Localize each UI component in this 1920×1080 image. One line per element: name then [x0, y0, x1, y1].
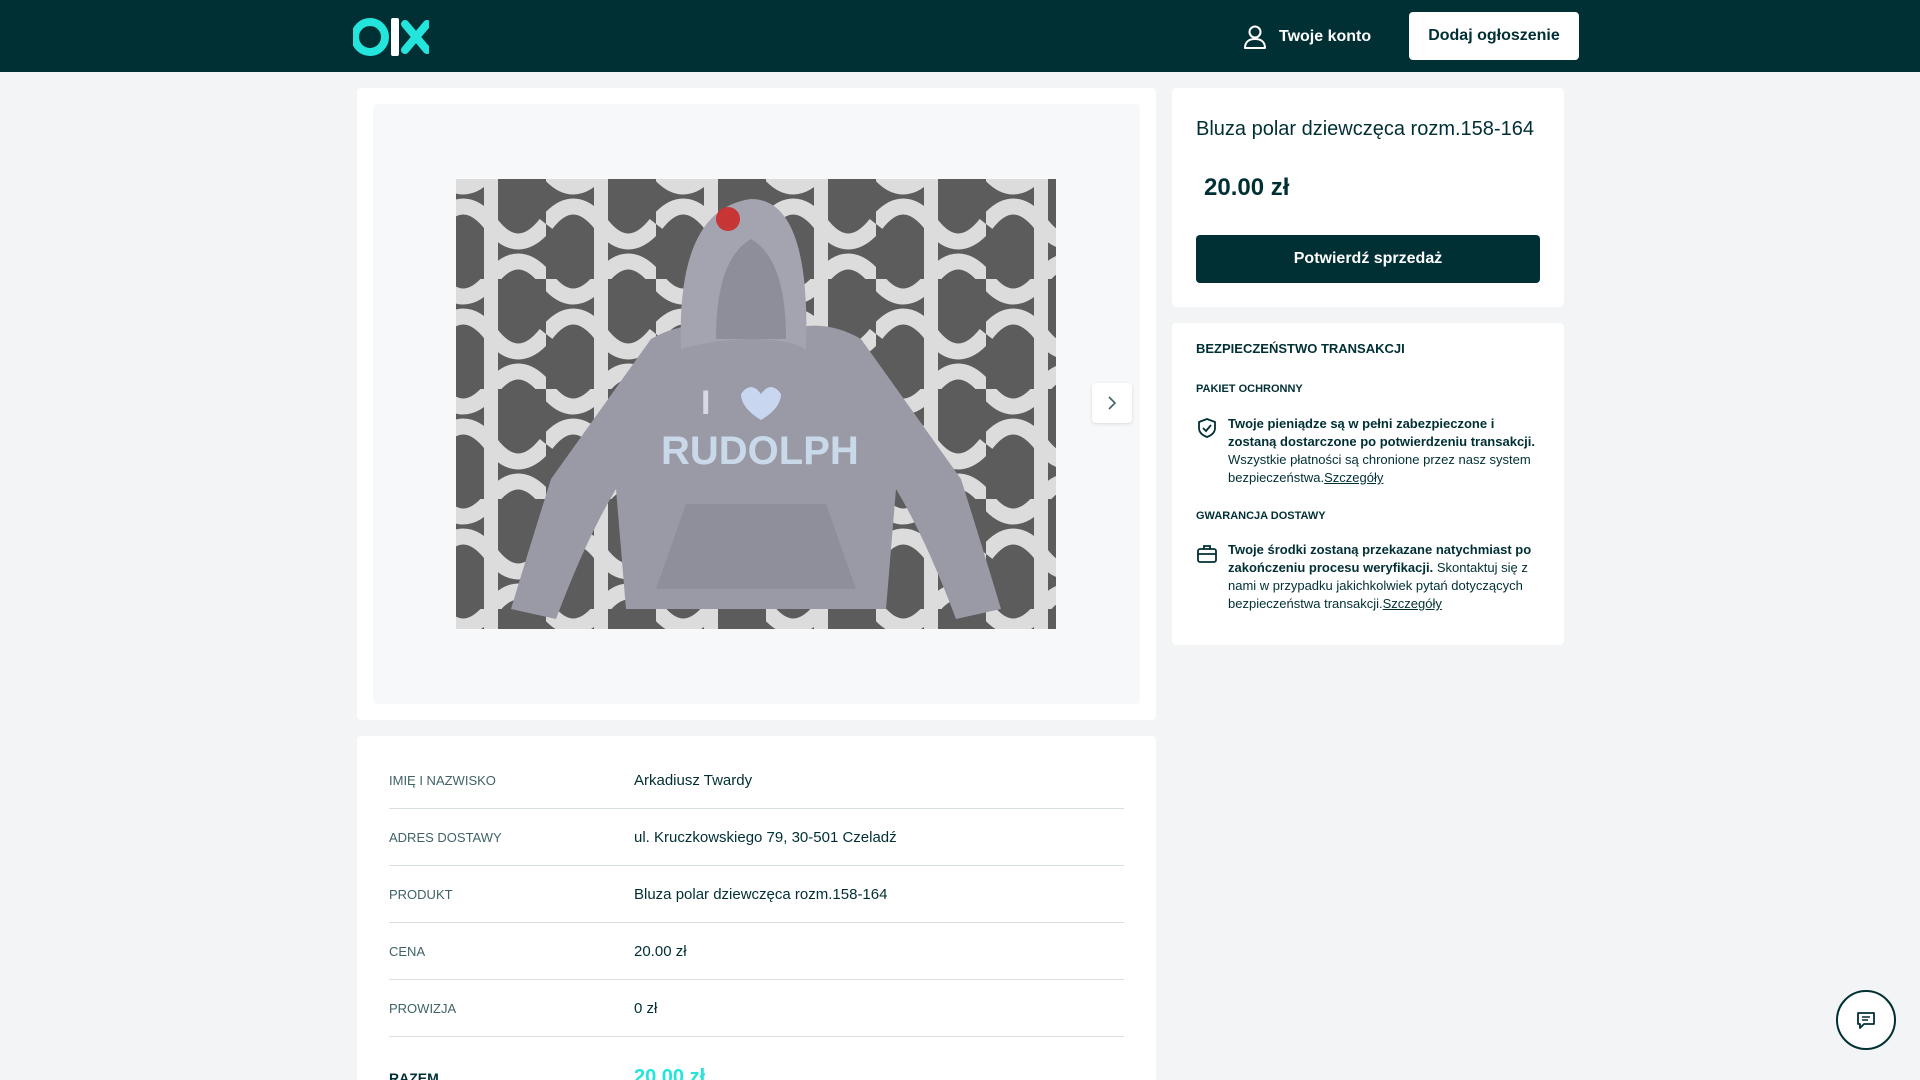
- total-row: RAZEM 20.00 zł: [389, 1066, 1124, 1080]
- detail-row-product: PRODUKT Bluza polar dziewczęca rozm.158-…: [389, 866, 1124, 923]
- delivery-text: Twoje środki zostaną przekazane natychmi…: [1228, 541, 1546, 613]
- chevron-right-icon: [1108, 396, 1117, 410]
- detail-value: ul. Kruczkowskiego 79, 30-501 Czeladź: [634, 828, 897, 846]
- svg-text:RUDOLPH: RUDOLPH: [661, 429, 859, 473]
- order-details-card: IMIĘ I NAZWISKO Arkadiusz Twardy ADRES D…: [357, 736, 1156, 1080]
- gallery-card: I RUDOLPH: [357, 88, 1156, 720]
- chat-bubble-icon: [1857, 1012, 1875, 1029]
- detail-row-name: IMIĘ I NAZWISKO Arkadiusz Twardy: [389, 752, 1124, 809]
- detail-label: ADRES DOSTAWY: [389, 829, 502, 845]
- detail-label: IMIĘ I NAZWISKO: [389, 772, 496, 788]
- detail-value: 20.00 zł: [634, 942, 687, 960]
- next-photo-button[interactable]: [1092, 383, 1132, 423]
- detail-row-price: CENA 20.00 zł: [389, 923, 1124, 980]
- detail-label: PRODUKT: [389, 886, 453, 902]
- detail-value: 0 zł: [634, 999, 658, 1017]
- product-photo[interactable]: I RUDOLPH: [456, 179, 1056, 629]
- safety-title: BEZPIECZEŃSTWO TRANSAKCJI: [1196, 341, 1405, 356]
- protection-details-link[interactable]: Szczegóły: [1324, 470, 1383, 485]
- protection-info: Twoje pieniądze są w pełni zabezpieczone…: [1196, 415, 1546, 487]
- chat-button[interactable]: [1836, 990, 1896, 1050]
- account-link[interactable]: Twoje konto: [1241, 22, 1371, 52]
- olx-logo[interactable]: [353, 16, 429, 58]
- svg-text:I: I: [701, 384, 710, 422]
- product-title: Bluza polar dziewczęca rozm.158-164: [1196, 118, 1534, 140]
- delivery-info: Twoje środki zostaną przekazane natychmi…: [1196, 541, 1546, 613]
- protection-text: Twoje pieniądze są w pełni zabezpieczone…: [1228, 415, 1546, 487]
- gallery-area: I RUDOLPH: [373, 104, 1140, 704]
- detail-value: Arkadiusz Twardy: [634, 771, 753, 789]
- detail-label: CENA: [389, 943, 426, 959]
- detail-row-address: ADRES DOSTAWY ul. Kruczkowskiego 79, 30-…: [389, 809, 1124, 866]
- detail-label: PROWIZJA: [389, 1000, 457, 1016]
- confirm-sale-button[interactable]: Potwierdź sprzedaż: [1196, 235, 1540, 283]
- detail-row-commission: PROWIZJA 0 zł: [389, 980, 1124, 1037]
- product-price: 20.00 zł: [1204, 174, 1290, 201]
- delivery-details-link[interactable]: Szczegóły: [1383, 596, 1442, 611]
- hoodie-photo-illustration: I RUDOLPH: [456, 179, 1056, 629]
- top-header: Twoje konto Dodaj ogłoszenie: [0, 0, 1920, 72]
- protection-label: PAKIET OCHRONNY: [1196, 383, 1303, 395]
- delivery-label: GWARANCJA DOSTAWY: [1196, 510, 1326, 522]
- shield-check-icon: [1198, 418, 1216, 438]
- briefcase-icon: [1197, 545, 1217, 563]
- user-icon: [1244, 25, 1266, 49]
- account-label: Twoje konto: [1279, 28, 1372, 45]
- transaction-safety-card: BEZPIECZEŃSTWO TRANSAKCJI PAKIET OCHRONN…: [1172, 323, 1564, 645]
- summary-card: Bluza polar dziewczęca rozm.158-164 20.0…: [1172, 88, 1564, 307]
- total-value: 20.00 zł: [634, 1066, 706, 1080]
- total-label: RAZEM: [389, 1069, 439, 1080]
- detail-value: Bluza polar dziewczęca rozm.158-164: [634, 885, 888, 903]
- add-listing-button[interactable]: Dodaj ogłoszenie: [1409, 12, 1579, 60]
- protection-bold-text: Twoje pieniądze są w pełni zabezpieczone…: [1228, 416, 1536, 449]
